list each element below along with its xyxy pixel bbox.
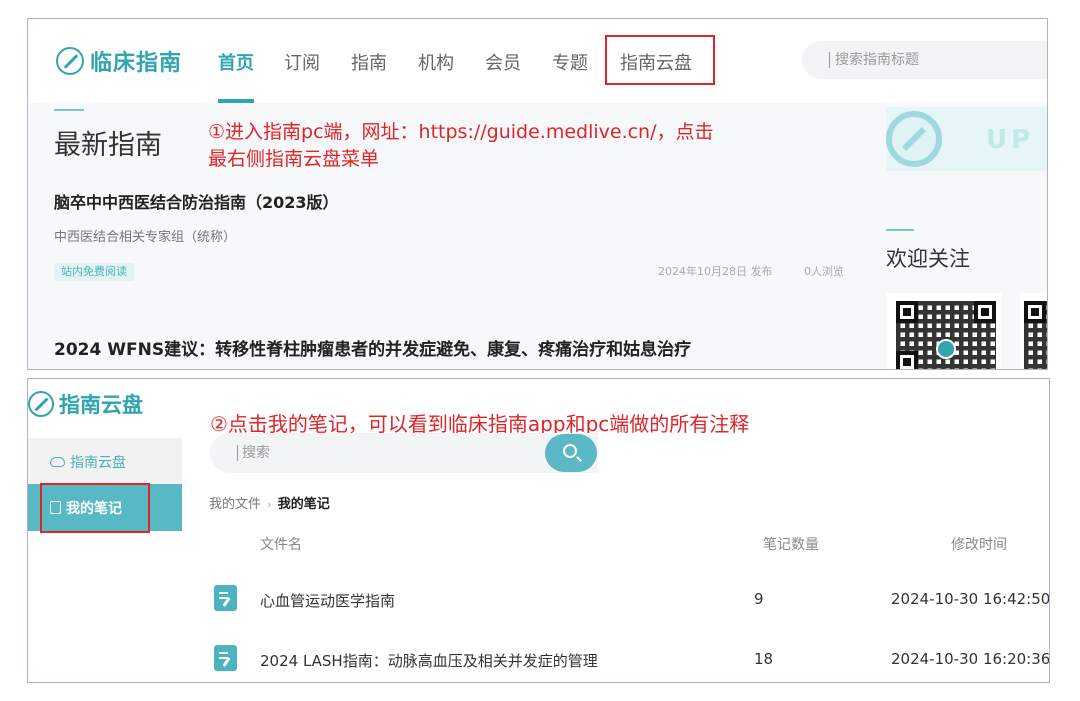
- qr-code: [1020, 293, 1047, 369]
- active-nav-indicator: [218, 99, 254, 103]
- modified-time: 2024-10-30 16:20:36: [891, 650, 1050, 668]
- note-file-icon: [214, 645, 237, 671]
- cloud-icon: [50, 456, 65, 467]
- breadcrumb-separator: ›: [267, 498, 272, 511]
- column-header-file-name: 文件名: [260, 537, 302, 553]
- modified-time: 2024-10-30 16:42:50: [891, 590, 1050, 608]
- latest-guides-heading: 最新指南: [54, 130, 162, 161]
- article-title[interactable]: 2024 WFNS建议：转移性脊柱肿瘤患者的并发症避免、康复、疼痛治疗和姑息治疗: [54, 335, 691, 360]
- breadcrumb-my-files[interactable]: 我的文件: [209, 497, 261, 512]
- site-logo-text: 临床指南: [90, 51, 183, 76]
- nav-institutions[interactable]: 机构: [418, 49, 454, 75]
- article-view-count: 0人浏览: [804, 265, 844, 278]
- nav-topics[interactable]: 专题: [552, 49, 588, 75]
- qr-finder-pattern: [896, 351, 918, 369]
- banner-text: UP: [986, 125, 1035, 155]
- qr-finder-pattern: [974, 301, 996, 323]
- column-header-modified-time: 修改时间: [951, 537, 1007, 553]
- nav-guides[interactable]: 指南: [351, 49, 387, 75]
- nav-home[interactable]: 首页: [218, 49, 254, 75]
- nav-subscribe[interactable]: 订阅: [284, 49, 320, 75]
- column-header-note-count: 笔记数量: [763, 537, 819, 553]
- note-count: 9: [754, 590, 764, 608]
- homepage-screenshot-panel: 临床指南 首页 订阅 指南 机构 会员 专题 指南云盘 最新指南 ①进入指南pc…: [27, 18, 1048, 370]
- article-publish-date: 2024年10月28日 发布: [658, 265, 773, 278]
- file-search-box: [210, 433, 598, 473]
- nav-membership[interactable]: 会员: [485, 49, 521, 75]
- note-count: 18: [754, 650, 774, 668]
- sidebar-item-label: 指南云盘: [70, 454, 126, 471]
- guide-cloud-screenshot-panel: 指南云盘 ②点击我的笔记，可以看到临床指南app和pc端做的所有注释 指南云盘 …: [27, 378, 1050, 683]
- file-search-input[interactable]: [242, 442, 542, 464]
- search-cursor-bar: [829, 52, 830, 68]
- guide-cloud-logo-text: 指南云盘: [59, 393, 143, 417]
- annotation-1-line-1: ①进入指南pc端，网址：https://guide.medlive.cn/，点击: [208, 121, 714, 143]
- follow-us-heading: 欢迎关注: [886, 247, 970, 271]
- search-icon: [563, 444, 577, 458]
- qr-code: [886, 293, 1002, 369]
- file-name[interactable]: 心血管运动医学指南: [260, 590, 395, 611]
- section-accent-line: [54, 109, 84, 111]
- note-file-icon: [214, 585, 237, 611]
- search-button[interactable]: [545, 434, 597, 472]
- promo-banner[interactable]: UP: [886, 107, 1047, 171]
- file-name[interactable]: 2024 LASH指南：动脉高血压及相关并发症的管理: [260, 650, 598, 671]
- my-notes-highlight-box: [40, 483, 150, 533]
- compass-logo-icon: [28, 391, 54, 417]
- guide-search-box: [802, 41, 1047, 79]
- sidebar-item-guide-cloud[interactable]: 指南云盘: [28, 438, 182, 485]
- qr-finder-pattern: [896, 301, 918, 323]
- breadcrumb: 我的文件 › 我的笔记: [209, 493, 330, 512]
- guide-cloud-highlight-box: [605, 35, 715, 85]
- site-logo[interactable]: 临床指南: [56, 45, 182, 77]
- compass-icon: [886, 111, 942, 167]
- guide-cloud-logo[interactable]: 指南云盘: [28, 389, 143, 419]
- qr-logo-icon: [936, 339, 956, 359]
- follow-accent-line: [886, 229, 914, 231]
- annotation-1-line-2: 最右侧指南云盘菜单: [208, 148, 380, 170]
- search-cursor-bar: [237, 445, 238, 461]
- compass-logo-icon: [56, 47, 84, 75]
- qr-finder-pattern: [1024, 301, 1046, 323]
- instruction-annotation-1: ①进入指南pc端，网址：https://guide.medlive.cn/，点击…: [208, 119, 714, 173]
- article-author: 中西医结合相关专家组（统称）: [54, 230, 237, 245]
- guide-search-input[interactable]: [835, 49, 1035, 71]
- article-title[interactable]: 脑卒中中西医结合防治指南（2023版）: [54, 189, 339, 213]
- top-navigation-bar: 临床指南 首页 订阅 指南 机构 会员 专题 指南云盘: [28, 19, 1047, 103]
- breadcrumb-my-notes: 我的笔记: [277, 497, 330, 512]
- free-read-badge: 站内免费阅读: [54, 263, 134, 281]
- sidebar: 指南云盘 我的笔记: [28, 433, 182, 682]
